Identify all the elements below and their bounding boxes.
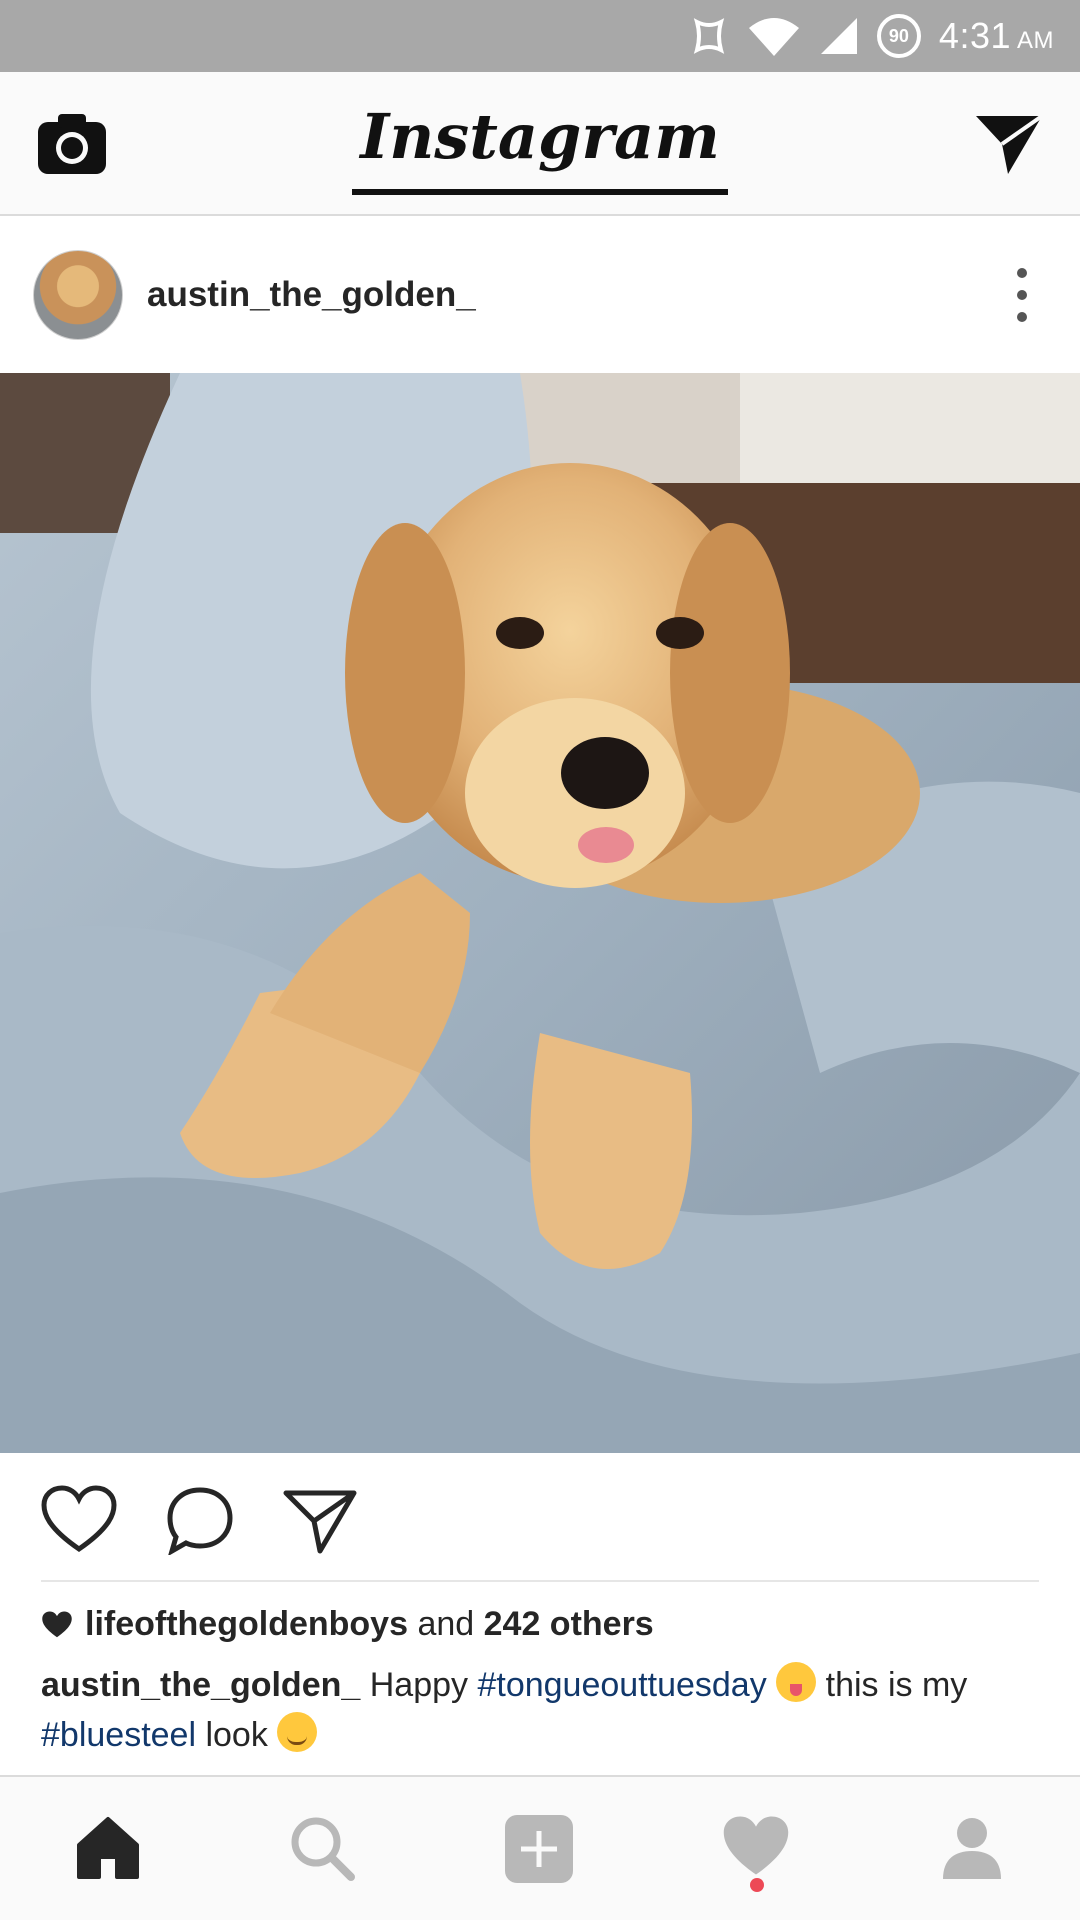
caption-text-1: Happy [360,1666,478,1704]
nav-add[interactable] [503,1813,573,1883]
more-dot [1017,312,1027,322]
bottom-nav [0,1775,1080,1920]
post-header: austin_the_golden_ [0,218,1080,372]
clock-time: 4:31 [938,15,1011,56]
heart-icon [41,1485,117,1553]
more-dot [1017,290,1027,300]
likes-connector: and [408,1605,484,1643]
share-icon [283,1490,357,1554]
puppy-photo [0,373,1080,1453]
caption-text-3: look [196,1716,278,1754]
comment-icon [167,1487,233,1557]
clock-ampm: AM [1017,27,1054,54]
likes-others[interactable]: 242 others [484,1605,654,1644]
caption: austin_the_golden_ Happy #tongueouttuesd… [41,1660,1041,1760]
heart-filled-icon [42,1611,72,1637]
nav-home[interactable] [73,1813,143,1883]
nfc-icon [689,16,729,56]
logo-underline [352,189,728,195]
battery-icon: 90 [876,14,921,58]
like-button[interactable] [41,1485,121,1555]
app-name: Instagram [360,100,720,173]
direct-message-button[interactable] [972,108,1044,180]
direct-message-icon [976,114,1044,174]
likes-line: lifeofthegoldenboys and 242 others [41,1605,654,1644]
activity-icon [723,1816,789,1875]
avatar[interactable] [33,250,123,340]
add-icon [505,1815,573,1883]
caption-text-2: this is my [816,1666,977,1704]
status-time: 4:31 AM [939,15,1054,57]
liker-username[interactable]: lifeofthegoldenboys [85,1605,408,1644]
more-dot [1017,268,1027,278]
instagram-logo[interactable]: Instagram [352,100,728,195]
activity-notification-dot [750,1878,764,1892]
nav-search[interactable] [287,1813,357,1883]
nav-activity[interactable] [721,1813,791,1883]
status-bar: 90 4:31 AM [0,0,1080,72]
hashtag-bluesteel[interactable]: #bluesteel [41,1716,196,1754]
hashtag-tongueouttuesday[interactable]: #tongueouttuesday [477,1666,766,1704]
profile-icon [943,1818,1001,1879]
signal-icon [819,16,859,56]
post-photo[interactable] [0,373,1080,1453]
comment-button[interactable] [164,1485,244,1557]
caption-username[interactable]: austin_the_golden_ [41,1666,360,1704]
more-options-button[interactable] [1010,268,1034,322]
share-button[interactable] [282,1485,362,1555]
wifi-icon [747,16,801,56]
smirk-emoji-icon [277,1712,318,1752]
tongue-emoji-icon [776,1662,817,1702]
search-icon [291,1817,355,1881]
nav-profile[interactable] [937,1813,1007,1883]
app-header: Instagram [0,72,1080,216]
post-username[interactable]: austin_the_golden_ [147,275,476,315]
divider [41,1580,1039,1582]
brand-wrap: Instagram [0,100,1080,195]
home-icon [77,1817,139,1879]
post-actions [0,1453,1080,1581]
